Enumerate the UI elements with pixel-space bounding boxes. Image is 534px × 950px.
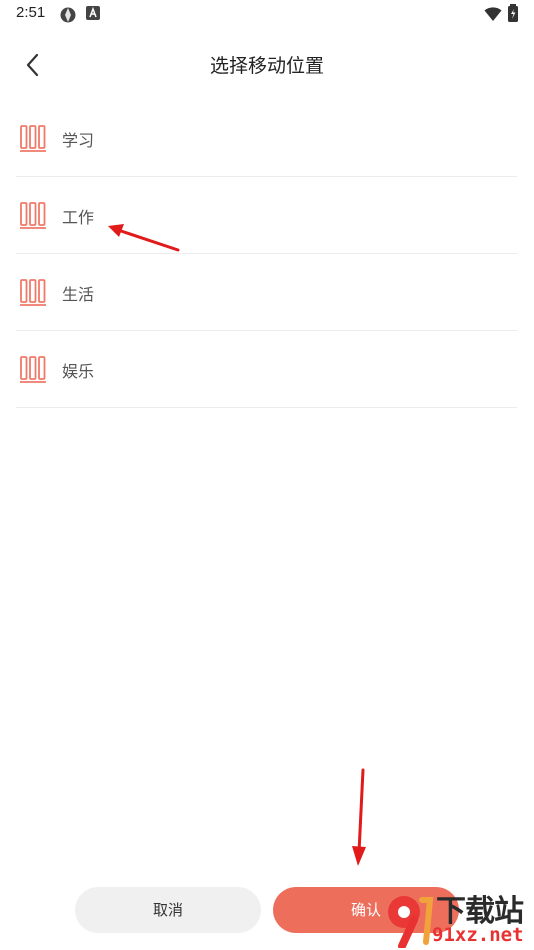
wifi-icon <box>484 7 502 21</box>
folder-label: 生活 <box>62 285 95 304</box>
folder-item-study[interactable]: 学习 <box>16 100 517 177</box>
folder-label: 工作 <box>62 208 95 227</box>
battery-icon <box>508 4 518 22</box>
header: 选择移动位置 <box>0 36 534 92</box>
folder-item-work[interactable]: 工作 <box>16 177 517 254</box>
cancel-button[interactable]: 取消 <box>75 887 261 933</box>
page-title: 选择移动位置 <box>209 55 324 77</box>
folder-list: 学习 工作 生活 娱乐 <box>16 100 517 408</box>
status-bar: 2:51 <box>0 0 534 28</box>
folder-item-entertainment[interactable]: 娱乐 <box>16 331 517 408</box>
aperture-icon <box>60 7 76 23</box>
books-icon <box>20 356 46 383</box>
watermark: 下载站 91xz.net <box>380 884 534 950</box>
watermark-url: 91xz.net <box>432 924 524 946</box>
books-icon <box>20 202 46 229</box>
watermark-logo-icon <box>388 896 434 948</box>
books-icon <box>20 125 46 152</box>
status-time: 2:51 <box>16 4 46 21</box>
folder-item-life[interactable]: 生活 <box>16 254 517 331</box>
folder-label: 学习 <box>62 131 95 150</box>
folder-label: 娱乐 <box>62 362 95 381</box>
notification-a-icon <box>86 6 100 20</box>
books-icon <box>20 279 46 306</box>
annotation-arrow-icon <box>352 768 366 866</box>
